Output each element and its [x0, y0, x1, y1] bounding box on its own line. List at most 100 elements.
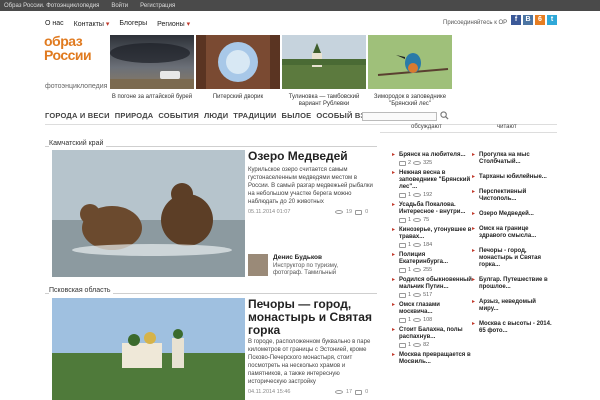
category-nature[interactable]: ПРИРОДА: [115, 111, 154, 120]
nav-bloggers[interactable]: Блогеры: [119, 20, 147, 28]
featured-caption[interactable]: Зимородок в заповеднике "Брянский лес": [368, 94, 452, 108]
featured-image-tulinovka[interactable]: [282, 35, 366, 89]
nav-regions[interactable]: Регионы: [157, 20, 190, 28]
discussed-link[interactable]: Родился обыкновенный мальчик Путин...: [392, 277, 472, 291]
comments-count[interactable]: 0: [365, 389, 368, 395]
logo-subtitle: фотоэнциклопедия: [45, 83, 108, 90]
nav-divider: [45, 124, 557, 125]
featured-caption[interactable]: Питерский дворик: [196, 94, 280, 101]
site-logo[interactable]: образ России: [44, 34, 108, 62]
post-excerpt: В городе, расположенном буквально в паре…: [248, 339, 371, 385]
views-count: 82: [423, 342, 430, 348]
category-cities[interactable]: ГОРОДА И ВЕСИ: [45, 111, 110, 120]
author-avatar[interactable]: [248, 254, 268, 276]
discussed-header: обсуждают: [411, 124, 442, 130]
comments-icon: [399, 217, 406, 223]
comments-count: 1: [408, 342, 412, 348]
category-people[interactable]: ЛЮДИ: [204, 111, 228, 120]
post-date: 05.11.2014 01:07: [248, 209, 291, 215]
read-link[interactable]: Перспективный Чистополь...: [472, 189, 552, 203]
views-count: 108: [423, 317, 433, 323]
discussed-link[interactable]: Кинозерье, утонувшее в травах...: [392, 227, 472, 241]
read-link[interactable]: Озеро Медведей...: [472, 211, 552, 218]
category-nav: ГОРОДА И ВЕСИ ПРИРОДА СОБЫТИЯ ЛЮДИ ТРАДИ…: [45, 111, 386, 120]
featured-caption[interactable]: В погоне за алтайской бурей: [110, 94, 194, 101]
post-region[interactable]: Камчатский край: [49, 140, 107, 147]
views-count: 255: [423, 267, 433, 273]
views-icon: [413, 268, 422, 272]
list-item: Усадьба Покалова. Интересное - внутри...…: [392, 202, 472, 223]
site-name-link[interactable]: Образ России. Фотоэнциклопедия: [4, 3, 99, 9]
views-count: 19: [346, 209, 353, 215]
views-count: 75: [423, 217, 430, 223]
comments-count: 1: [408, 267, 412, 273]
discussed-link[interactable]: Стоит Балахна, полы распахнув...: [392, 327, 472, 341]
top-nav: О нас Контакты Блогеры Регионы: [45, 20, 190, 28]
vk-icon[interactable]: В: [523, 15, 533, 25]
discussed-link[interactable]: Усадьба Покалова. Интересное - внутри...: [392, 202, 472, 216]
search-icon[interactable]: [440, 111, 449, 120]
discussed-link[interactable]: Полиция Екатеринбурга...: [392, 252, 472, 266]
featured-item[interactable]: В погоне за алтайской бурей: [110, 35, 194, 101]
featured-item[interactable]: Питерский дворик: [196, 35, 280, 101]
logo-line2: России: [44, 47, 92, 63]
comments-count: 1: [408, 292, 412, 298]
read-link[interactable]: Тарханы юбилейные...: [472, 174, 552, 181]
comments-icon: [399, 342, 406, 348]
read-link[interactable]: Омск на границе здравого смысла...: [472, 226, 552, 240]
featured-image-storm[interactable]: [110, 35, 194, 89]
post-stats: 19 0: [335, 209, 368, 215]
livejournal-icon[interactable]: 6: [535, 15, 545, 25]
read-link[interactable]: Булгар. Путешествие в прошлое...: [472, 277, 552, 291]
post-title[interactable]: Печоры — город, монастырь и Святая горка: [248, 298, 378, 337]
views-count: 184: [423, 242, 433, 248]
views-icon: [413, 161, 422, 165]
logo-line1: образ: [44, 33, 83, 49]
discussed-link[interactable]: Омск глазами москвича...: [392, 302, 472, 316]
comments-icon: [355, 389, 363, 395]
post-meta: 05.11.2014 01:07: [248, 209, 290, 215]
category-past[interactable]: БЫЛОЕ: [282, 111, 312, 120]
discussed-link[interactable]: Нежная весна в заповеднике "Брянский лес…: [392, 170, 472, 191]
comments-count[interactable]: 0: [365, 209, 368, 215]
featured-item[interactable]: Зимородок в заповеднике "Брянский лес": [368, 35, 452, 108]
featured-caption[interactable]: Тулиновка — тамбовский вариант Рублевки: [282, 94, 366, 108]
category-events[interactable]: СОБЫТИЯ: [158, 111, 199, 120]
views-count: 192: [423, 192, 433, 198]
sidebar-divider: [380, 132, 557, 133]
comments-icon: [399, 267, 406, 273]
post-meta: 04.11.2014 15:46: [248, 389, 290, 395]
facebook-icon[interactable]: f: [511, 15, 521, 25]
post-image-bears[interactable]: [52, 150, 245, 277]
twitter-icon[interactable]: t: [547, 15, 557, 25]
comments-count: 1: [408, 217, 412, 223]
list-item: Брянск на любителя...2 325: [392, 152, 472, 166]
post-region[interactable]: Псковская область: [49, 287, 114, 294]
post-title[interactable]: Озеро Медведей: [248, 150, 373, 163]
read-link[interactable]: Москва с высоты - 2014. 65 фото...: [472, 321, 552, 335]
nav-contacts[interactable]: Контакты: [74, 20, 110, 28]
social-links: f В 6 t: [511, 15, 557, 25]
post-image-pechory[interactable]: [52, 298, 245, 400]
views-icon: [335, 390, 343, 394]
featured-item[interactable]: Тулиновка — тамбовский вариант Рублевки: [282, 35, 366, 108]
author-description: Инструктор по туризму, фотограф. Тамильн…: [273, 263, 339, 276]
read-link[interactable]: Печоры - город, монастырь и Святая горка…: [472, 248, 552, 269]
author-name[interactable]: Денис Будьков: [273, 254, 322, 261]
discussed-link[interactable]: Москва превращается в Мосвиль...: [392, 352, 472, 366]
views-icon: [413, 218, 422, 222]
views-icon: [335, 210, 343, 214]
register-link[interactable]: Регистрация: [140, 3, 175, 9]
featured-image-kingfisher[interactable]: [368, 35, 452, 89]
search-input[interactable]: [362, 112, 437, 121]
login-link[interactable]: Войти: [111, 3, 128, 9]
category-traditions[interactable]: ТРАДИЦИИ: [233, 111, 276, 120]
nav-about[interactable]: О нас: [45, 20, 64, 28]
read-link[interactable]: Прогулка на мыс Столбчатый...: [472, 152, 552, 166]
read-link[interactable]: Арзыз, неведомый миру...: [472, 299, 552, 313]
featured-image-courtyard[interactable]: [196, 35, 280, 89]
comments-count: 1: [408, 192, 412, 198]
discussed-link[interactable]: Брянск на любителя...: [392, 152, 472, 159]
post-stats: 17 0: [335, 389, 368, 395]
post-date: 04.11.2014 15:46: [248, 389, 291, 395]
